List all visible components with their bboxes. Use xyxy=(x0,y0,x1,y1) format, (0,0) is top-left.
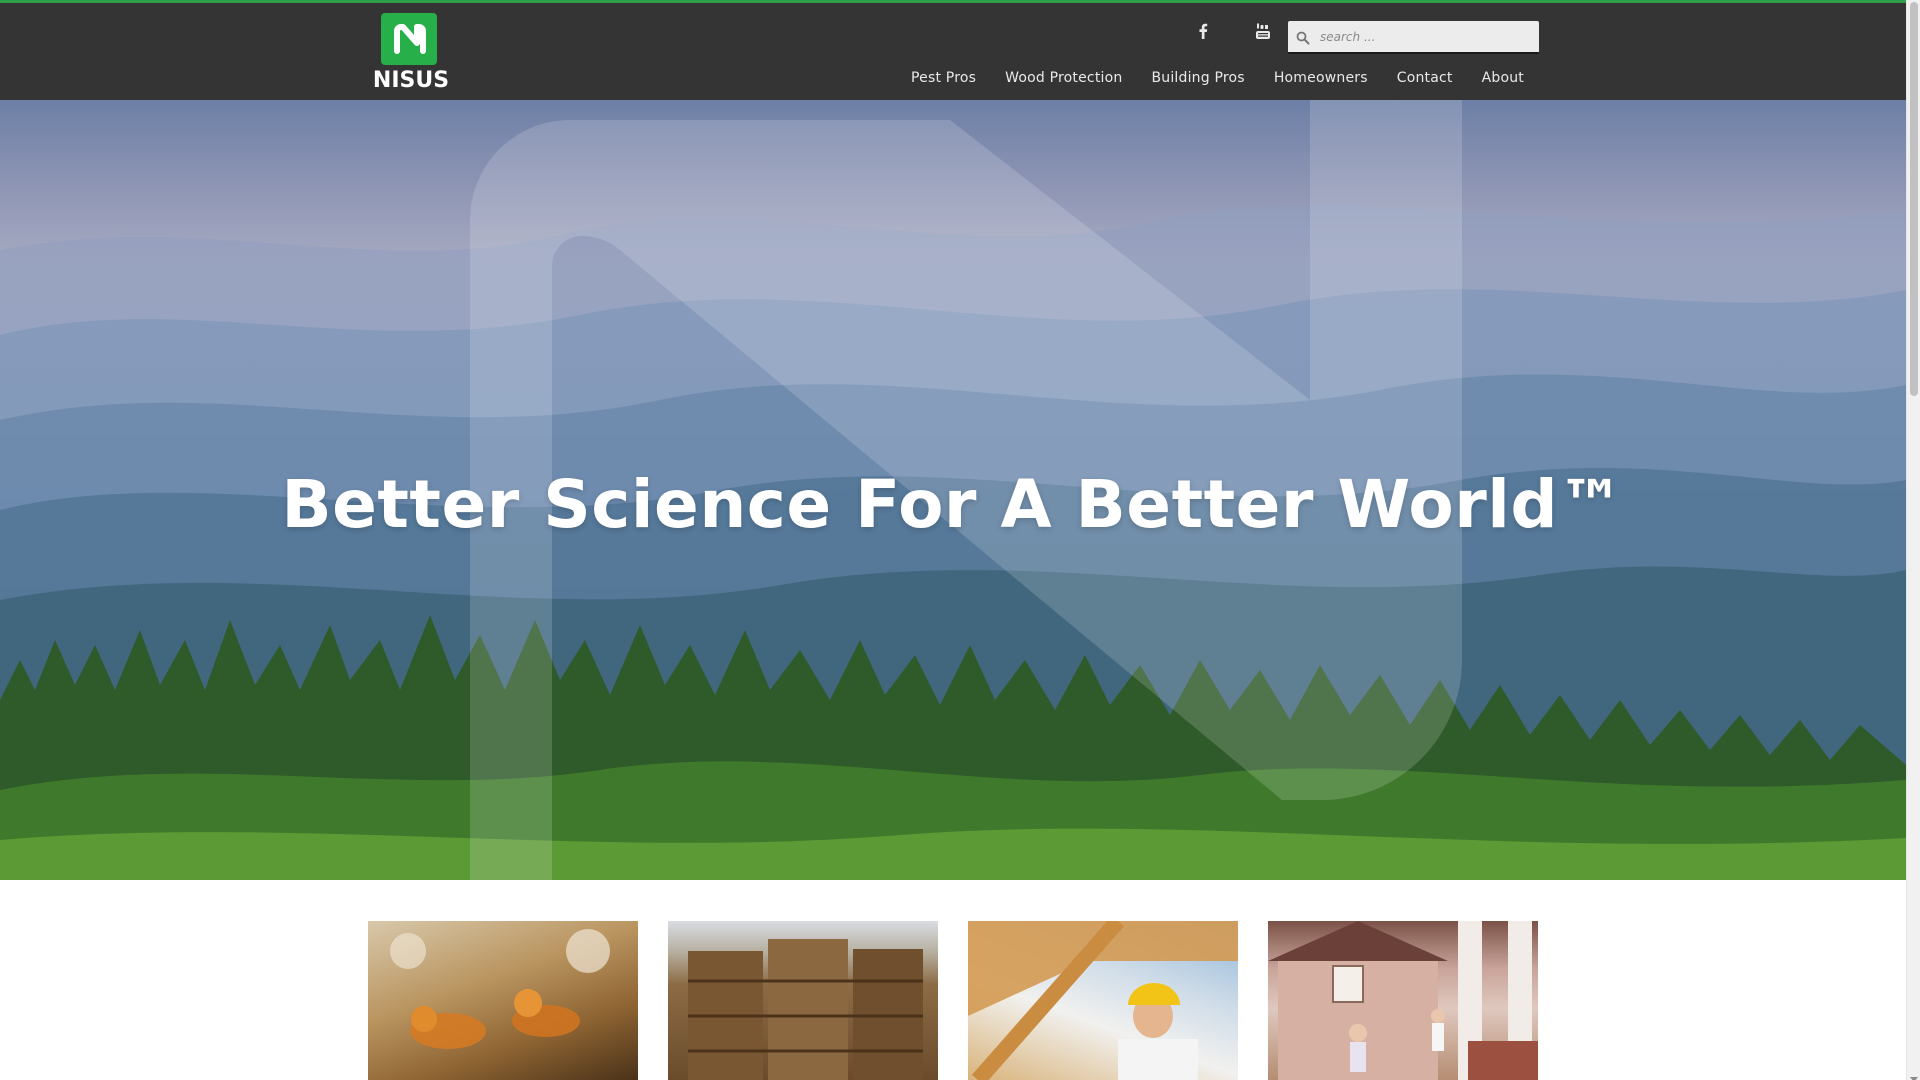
builder-image xyxy=(968,921,1238,1080)
nav-item-wood-protection[interactable]: Wood Protection xyxy=(1005,70,1122,90)
page: NISUS search ... Pest Pros Wood Protecti… xyxy=(0,0,1920,1080)
scroll-down-arrow-icon[interactable] xyxy=(1910,1068,1918,1080)
nav-item-homeowners[interactable]: Homeowners xyxy=(1274,70,1368,90)
scrollbar-thumb[interactable] xyxy=(1910,2,1918,396)
card-building-pros-image[interactable] xyxy=(968,921,1238,1080)
card-wood-protection-image[interactable] xyxy=(668,921,938,1080)
search-box xyxy=(1288,21,1539,54)
nav-item-contact[interactable]: Contact xyxy=(1397,70,1453,90)
site-header: NISUS search ... Pest Pros Wood Protecti… xyxy=(0,0,1906,100)
nisus-logo[interactable]: NISUS xyxy=(368,13,454,95)
card-homeowners-image[interactable] xyxy=(1268,921,1538,1080)
search-icon[interactable] xyxy=(1296,30,1310,45)
hero-banner: Better Science For A Better World™ xyxy=(0,100,1906,880)
nav-item-pest-pros[interactable]: Pest Pros xyxy=(911,70,976,90)
facebook-icon[interactable] xyxy=(1191,19,1215,43)
card-pest-pros-image[interactable] xyxy=(368,921,638,1080)
main-nav: Pest Pros Wood Protection Building Pros … xyxy=(882,70,1524,90)
nisus-wordmark: NISUS xyxy=(372,68,450,93)
nisus-logo-mark xyxy=(381,13,437,65)
category-cards xyxy=(368,921,1539,1080)
page-scrollbar[interactable] xyxy=(1906,0,1920,1080)
nav-item-building-pros[interactable]: Building Pros xyxy=(1151,70,1244,90)
search-input[interactable] xyxy=(1320,21,1534,52)
family-house-image xyxy=(1268,921,1538,1080)
hero-title: Better Science For A Better World™ xyxy=(281,466,1625,543)
nav-item-about[interactable]: About xyxy=(1482,70,1524,90)
youtube-icon[interactable] xyxy=(1251,19,1275,43)
lumber-image xyxy=(688,939,923,1080)
termites-image xyxy=(390,929,610,1049)
